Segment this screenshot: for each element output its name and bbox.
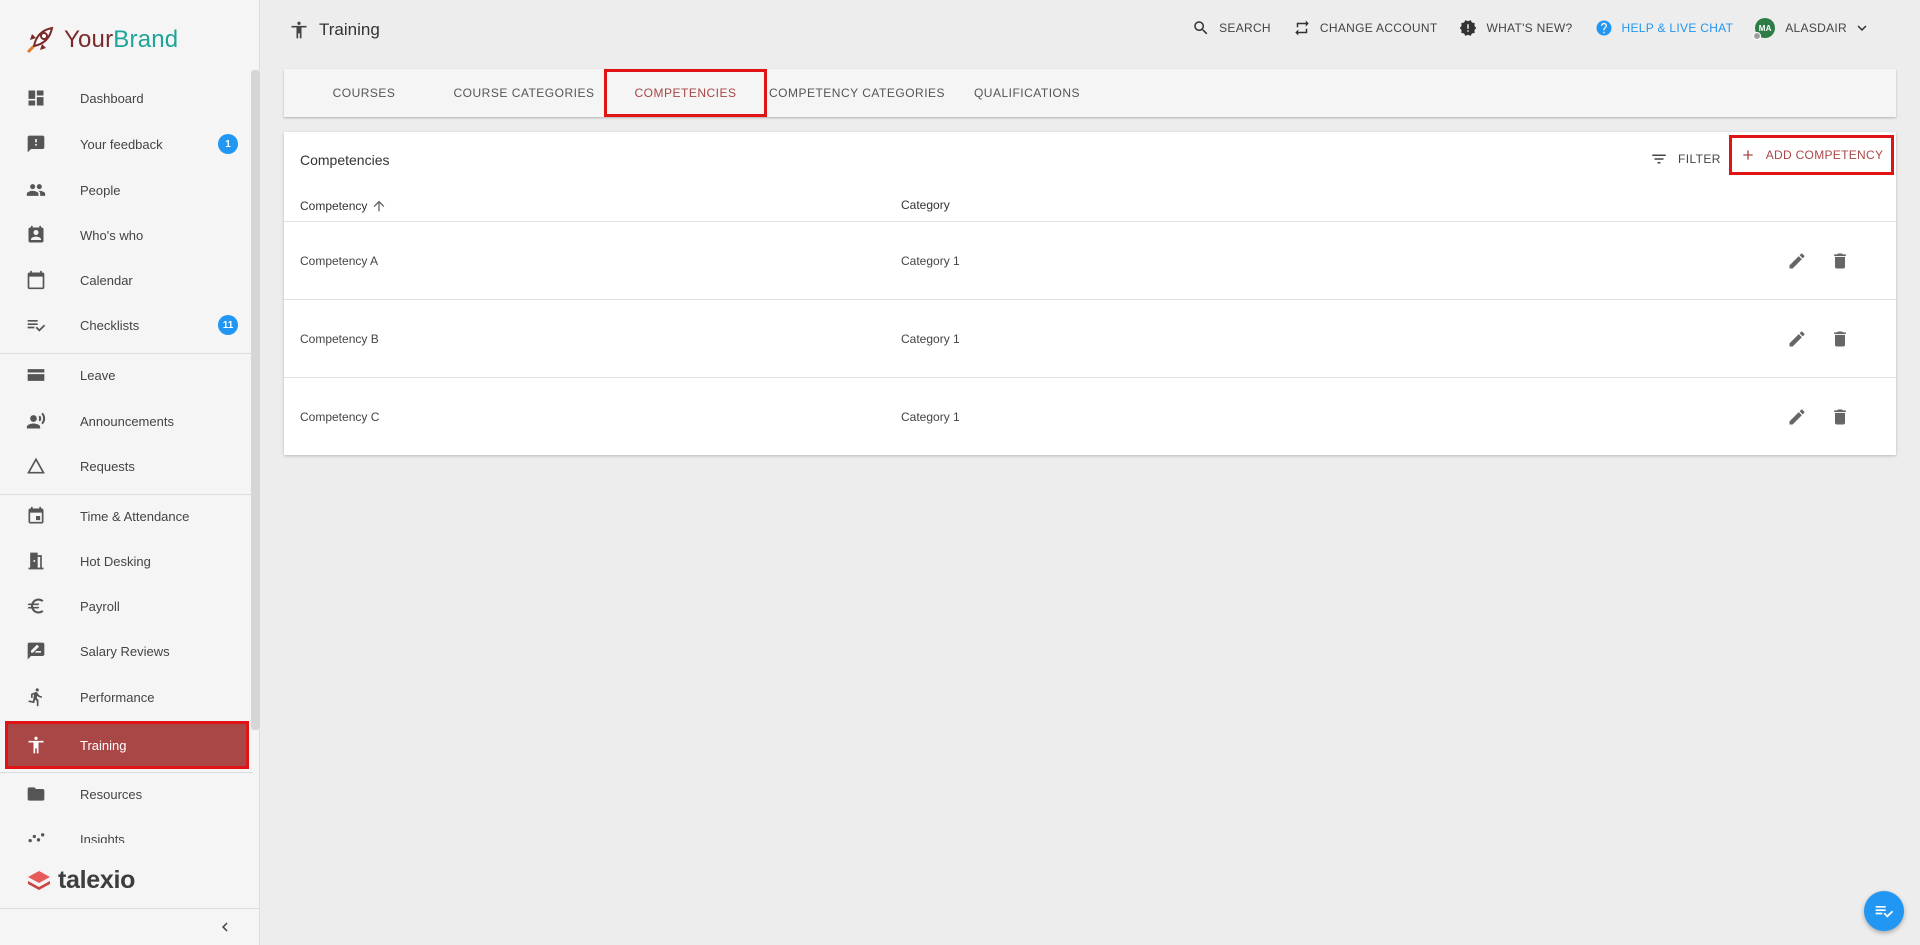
checklist-fab-button[interactable] xyxy=(1864,891,1904,931)
swap-icon xyxy=(1295,20,1309,36)
talexio-logo-icon xyxy=(28,870,50,890)
tab-competency-categories[interactable]: COMPETENCY CATEGORIES xyxy=(767,69,947,117)
search-icon xyxy=(1194,21,1208,35)
sidebar-item-people[interactable]: People xyxy=(8,169,246,211)
accessibility-icon xyxy=(291,21,307,39)
help-live-chat-button[interactable]: HELP & LIVE CHAT xyxy=(1595,19,1734,37)
competency-cell: Competency B xyxy=(300,332,379,346)
running-person-icon xyxy=(28,688,42,707)
competencies-card: Competencies FILTER ADD COMPETENCY Compe… xyxy=(284,132,1896,455)
user-name: ALASDAIR xyxy=(1785,21,1847,35)
sidebar-item-salary-reviews[interactable]: Salary Reviews xyxy=(8,630,246,672)
category-cell: Category 1 xyxy=(901,332,960,346)
edit-icon[interactable] xyxy=(1787,329,1807,349)
sidebar-item-whos-who[interactable]: Who's who xyxy=(8,214,246,256)
leave-icon xyxy=(27,369,45,381)
whats-new-button[interactable]: WHAT'S NEW? xyxy=(1459,19,1572,37)
sidebar-item-insights[interactable]: Insights xyxy=(8,818,246,843)
sidebar-item-dashboard[interactable]: Dashboard xyxy=(8,78,246,119)
sidebar-item-time-attendance[interactable]: Time & Attendance xyxy=(8,495,246,537)
dashboard-icon xyxy=(28,90,44,106)
accessibility-icon xyxy=(28,736,44,754)
help-icon xyxy=(1596,20,1611,36)
brand-name: YourBrand xyxy=(64,26,179,53)
sidebar: YourBrand Dashboard Your feedback 1 Peop… xyxy=(0,0,260,945)
filter-button[interactable]: FILTER xyxy=(1650,146,1721,172)
checklist-icon xyxy=(1875,906,1894,918)
tab-competencies[interactable]: COMPETENCIES xyxy=(604,69,767,117)
sidebar-item-payroll[interactable]: Payroll xyxy=(8,585,246,627)
table-row[interactable]: Competency A Category 1 xyxy=(284,222,1896,300)
competency-cell: Competency A xyxy=(300,254,379,268)
sidebar-nav: Dashboard Your feedback 1 People Who's w… xyxy=(0,78,252,843)
tab-course-categories[interactable]: COURSE CATEGORIES xyxy=(444,69,604,117)
top-bar: Training SEARCH CHANGE ACCOUNT WHAT'S NE… xyxy=(261,0,1920,64)
euro-icon xyxy=(27,598,44,614)
chevron-left-icon[interactable] xyxy=(216,918,234,936)
table-row[interactable]: Competency B Category 1 xyxy=(284,300,1896,378)
change-account-button[interactable]: CHANGE ACCOUNT xyxy=(1293,19,1438,37)
sidebar-item-requests[interactable]: Requests xyxy=(8,445,246,487)
top-actions: SEARCH CHANGE ACCOUNT WHAT'S NEW? HELP &… xyxy=(1170,18,1880,40)
sidebar-scrollbar[interactable] xyxy=(251,70,260,730)
tab-bar: COURSES COURSE CATEGORIES COMPETENCIES C… xyxy=(284,69,1896,117)
brand-logo[interactable]: YourBrand xyxy=(22,22,178,58)
tab-qualifications[interactable]: QUALIFICATIONS xyxy=(947,69,1107,117)
delete-icon[interactable] xyxy=(1830,407,1850,427)
card-title: Competencies xyxy=(300,152,390,168)
delete-icon[interactable] xyxy=(1830,329,1850,349)
sidebar-item-checklists[interactable]: Checklists 11 xyxy=(8,304,246,346)
talexio-logo: talexio xyxy=(26,866,135,895)
sidebar-item-performance[interactable]: Performance xyxy=(8,676,246,718)
plus-icon xyxy=(1743,150,1753,160)
add-competency-button[interactable]: ADD COMPETENCY xyxy=(1729,135,1894,175)
feedback-icon xyxy=(27,135,45,153)
delete-icon[interactable] xyxy=(1830,251,1850,271)
competency-cell: Competency C xyxy=(300,410,380,424)
insights-icon xyxy=(28,833,45,843)
column-header-category[interactable]: Category xyxy=(901,198,950,212)
column-header-competency[interactable]: Competency xyxy=(300,198,387,214)
sidebar-item-announcements[interactable]: Announcements xyxy=(8,400,246,442)
sidebar-item-resources[interactable]: Resources xyxy=(8,773,246,815)
filter-icon xyxy=(1652,154,1666,164)
people-icon xyxy=(26,184,46,196)
user-menu[interactable]: MA ALASDAIR xyxy=(1753,18,1880,40)
sidebar-item-hot-desking[interactable]: Hot Desking xyxy=(8,540,246,582)
sidebar-item-leave[interactable]: Leave xyxy=(8,354,246,396)
chevron-down-icon xyxy=(1857,25,1867,31)
new-releases-icon xyxy=(1460,20,1477,36)
feedback-count-badge: 1 xyxy=(218,134,238,154)
calendar-icon xyxy=(27,270,45,290)
category-cell: Category 1 xyxy=(901,410,960,424)
category-cell: Category 1 xyxy=(901,254,960,268)
table-row[interactable]: Competency C Category 1 xyxy=(284,378,1896,456)
edit-icon[interactable] xyxy=(1787,407,1807,427)
contact-card-icon xyxy=(28,225,44,243)
sidebar-item-training[interactable]: Training xyxy=(5,721,249,769)
door-icon xyxy=(28,552,44,570)
announcement-icon xyxy=(26,412,46,429)
rate-review-icon xyxy=(27,642,45,660)
sidebar-item-your-feedback[interactable]: Your feedback 1 xyxy=(8,123,246,165)
sidebar-item-calendar[interactable]: Calendar xyxy=(8,259,246,301)
avatar: MA xyxy=(1753,18,1776,40)
edit-icon[interactable] xyxy=(1787,251,1807,271)
event-icon xyxy=(28,506,44,524)
search-button[interactable]: SEARCH xyxy=(1192,19,1271,37)
rocket-icon xyxy=(26,26,54,54)
checklists-count-badge: 11 xyxy=(218,315,238,335)
arrow-up-icon xyxy=(374,200,385,212)
checklist-icon xyxy=(27,320,46,332)
page-title: Training xyxy=(289,20,380,40)
sidebar-footer xyxy=(0,908,260,945)
folder-icon xyxy=(27,787,45,801)
warning-triangle-icon xyxy=(27,457,45,474)
tab-courses[interactable]: COURSES xyxy=(284,69,444,117)
